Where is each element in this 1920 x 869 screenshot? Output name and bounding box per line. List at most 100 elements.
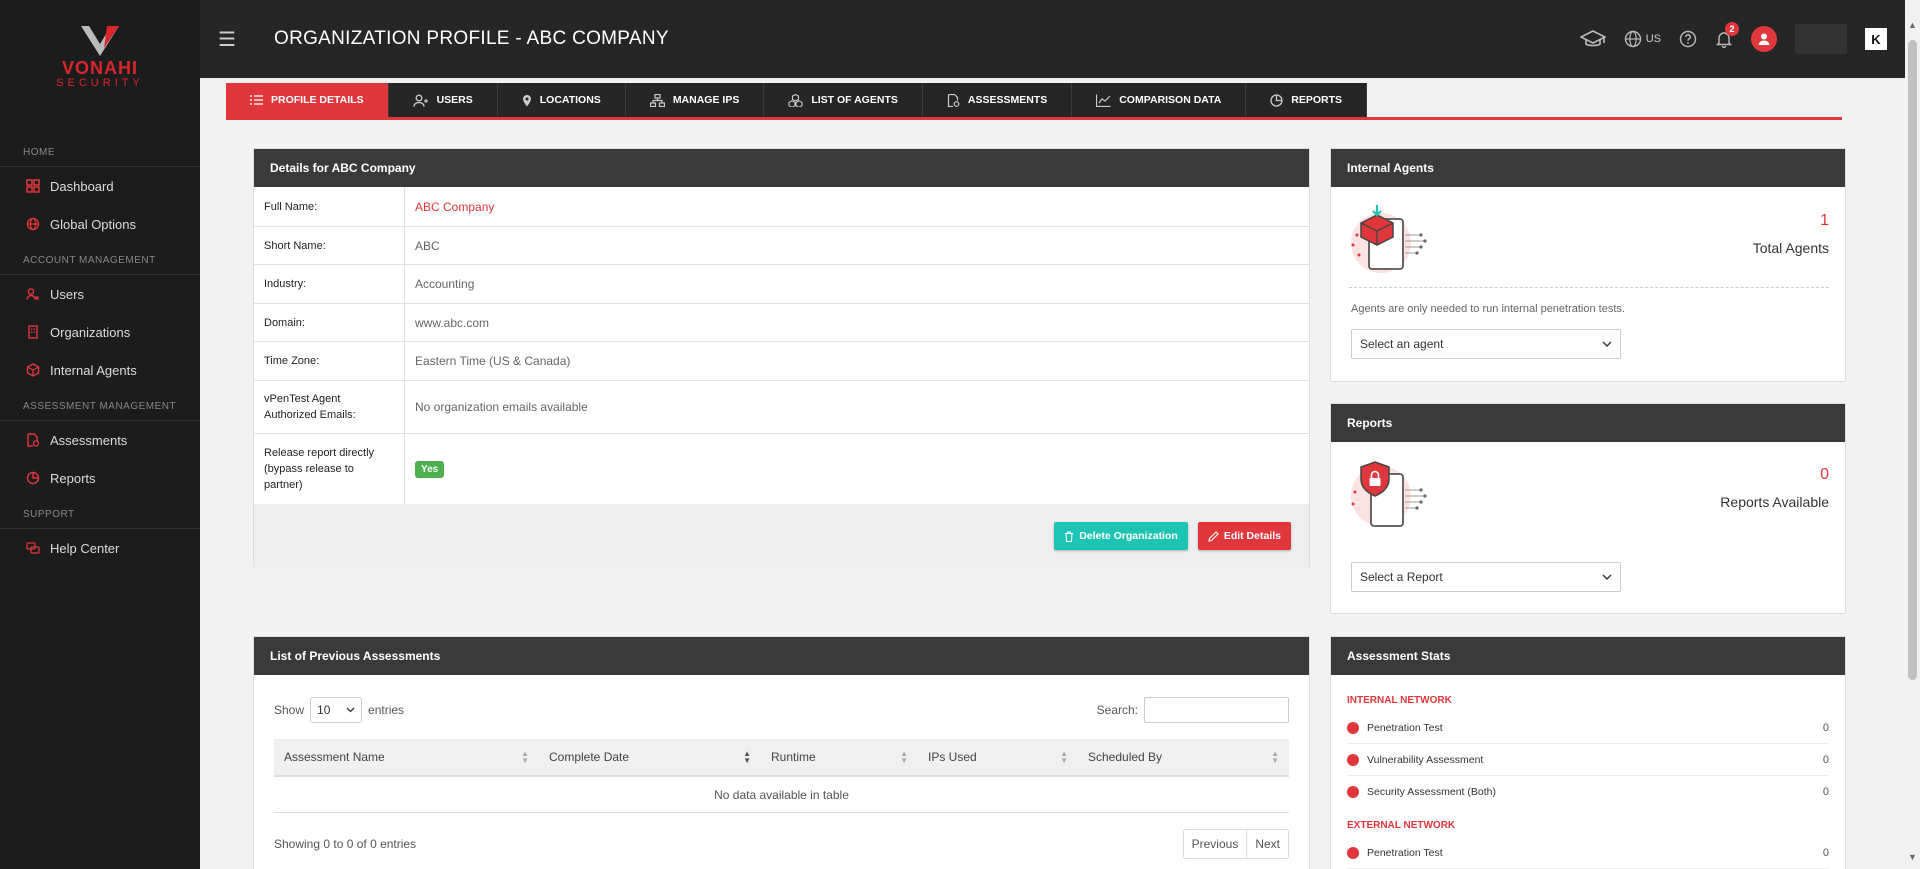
help-circle-icon[interactable] <box>1679 30 1697 48</box>
sidebar-item-dashboard[interactable]: Dashboard <box>0 167 200 205</box>
graduation-cap-icon[interactable] <box>1579 29 1606 49</box>
sidebar-item-assessments[interactable]: Assessments <box>0 421 200 459</box>
tab-label: ASSESSMENTS <box>967 94 1048 106</box>
table-footer: Showing 0 to 0 of 0 entries Previous Nex… <box>254 813 1309 859</box>
stat-row: Penetration Test 0 <box>1347 712 1829 744</box>
tab-assessments[interactable]: ASSESSMENTS <box>922 83 1073 117</box>
detail-row-authorized-emails: vPenTest Agent Authorized Emails: No org… <box>254 381 1309 434</box>
agent-select[interactable]: Select an agent <box>1351 329 1621 359</box>
user-name-block[interactable] <box>1795 24 1847 54</box>
nav-heading: ACCOUNT MANAGEMENT <box>0 255 200 275</box>
previous-page-button[interactable]: Previous <box>1184 830 1247 858</box>
globe-icon <box>1624 30 1641 48</box>
status-dot-icon <box>1347 721 1359 734</box>
notification-count-badge: 2 <box>1725 22 1739 36</box>
reports-available-count: 0 <box>1820 466 1829 483</box>
detail-label: Release report directly (bypass release … <box>254 434 405 504</box>
tab-locations[interactable]: LOCATIONS <box>497 83 626 117</box>
sidebar-item-label: Dashboard <box>50 178 114 194</box>
next-page-button[interactable]: Next <box>1246 830 1288 858</box>
sidebar-item-organizations[interactable]: Organizations <box>0 313 200 351</box>
tab-label: COMPARISON DATA <box>1119 94 1222 106</box>
nav-section-account: ACCOUNT MANAGEMENT Users Organizations I… <box>0 243 200 389</box>
tab-label: LIST OF AGENTS <box>811 94 898 106</box>
dashboard-icon <box>26 179 40 193</box>
scroll-thumb[interactable] <box>1908 40 1917 680</box>
sidebar-item-label: Users <box>50 286 84 302</box>
sidebar-item-users[interactable]: Users <box>0 275 200 313</box>
avatar[interactable] <box>1751 26 1777 52</box>
stats-section-heading: EXTERNAL NETWORK <box>1347 820 1456 831</box>
stat-row: Security Assessment (Both) 0 <box>1347 776 1829 808</box>
scroll-up-arrow-icon[interactable]: ▲ <box>1908 20 1917 30</box>
sidebar-item-global-options[interactable]: Global Options <box>0 205 200 243</box>
stat-value: 0 <box>1822 846 1829 859</box>
vonahi-logo-icon <box>81 26 119 56</box>
page-length-select[interactable]: 10 <box>310 697 363 723</box>
sidebar-item-help-center[interactable]: Help Center <box>0 529 200 567</box>
sort-icon: ▲ ▼ <box>521 749 529 765</box>
sidebar-item-reports[interactable]: Reports <box>0 459 200 497</box>
tab-profile-details[interactable]: PROFILE DETAILS <box>226 83 389 117</box>
detail-value: Accounting <box>415 277 475 291</box>
organization-details-panel: Details for ABC Company Full Name: ABC C… <box>253 148 1310 568</box>
network-icon <box>649 93 665 107</box>
stats-section-heading: INTERNAL NETWORK <box>1347 695 1452 706</box>
column-header-ips-used[interactable]: IPs Used ▲ ▼ <box>918 739 1078 775</box>
sidebar-item-internal-agents[interactable]: Internal Agents <box>0 351 200 389</box>
panel-heading: Details for ABC Company <box>254 149 1309 187</box>
sidebar-item-label: Organizations <box>50 324 131 340</box>
panel-heading: List of Previous Assessments <box>254 637 1309 675</box>
agent-device-illustration-icon <box>1351 205 1427 273</box>
language-selector[interactable]: US <box>1624 30 1661 48</box>
user-avatar-icon <box>1758 33 1770 45</box>
tab-users[interactable]: USERS <box>388 83 498 117</box>
topbar-actions: US 2 K <box>1579 22 1887 54</box>
column-header-assessment-name[interactable]: Assessment Name ▲ ▼ <box>274 739 539 775</box>
nav-heading: HOME <box>0 147 200 167</box>
detail-row-industry: Industry: Accounting <box>254 265 1309 304</box>
report-select[interactable]: Select a Report <box>1351 562 1621 592</box>
stat-value: 0 <box>1822 786 1829 798</box>
nav-section-home: HOME Dashboard Global Options <box>0 135 200 243</box>
entries-label: entries <box>368 703 405 717</box>
select-value: Select a Report <box>1360 570 1443 584</box>
nav-section-assessment: ASSESSMENT MANAGEMENT Assessments Report… <box>0 389 200 497</box>
panel-heading: Assessment Stats <box>1331 637 1845 675</box>
help-chat-icon <box>26 541 40 555</box>
scroll-down-arrow-icon[interactable]: ▼ <box>1908 852 1917 862</box>
page-scrollbar[interactable]: ▲ ▼ <box>1905 0 1920 869</box>
hamburger-menu-icon[interactable]: ☰ <box>218 27 248 52</box>
button-label: Delete Organization <box>1079 530 1178 542</box>
chevron-down-icon <box>1602 341 1612 347</box>
column-header-complete-date[interactable]: Complete Date ▲ ▼ <box>539 739 761 775</box>
table-empty-row: No data available in table <box>274 777 1289 813</box>
column-header-scheduled-by[interactable]: Scheduled By ▲ ▼ <box>1078 739 1289 775</box>
table-info: Showing 0 to 0 of 0 entries <box>274 837 417 851</box>
table-header: Assessment Name ▲ ▼ Complete Date ▲ ▼ Runtim… <box>274 739 1289 777</box>
detail-row-time-zone: Time Zone: Eastern Time (US & Canada) <box>254 342 1309 381</box>
delete-organization-button[interactable]: Delete Organization <box>1054 522 1188 550</box>
stat-label: Security Assessment (Both) <box>1367 786 1496 798</box>
globe-icon <box>26 217 40 231</box>
cubes-icon <box>788 93 803 107</box>
stat-label: Vulnerability Assessment <box>1367 753 1484 766</box>
edit-details-button[interactable]: Edit Details <box>1197 522 1291 550</box>
search-input[interactable] <box>1144 697 1289 723</box>
brand-logo[interactable]: VONAHI SECURITY <box>0 0 200 135</box>
status-dot-icon <box>1347 846 1359 859</box>
detail-label: Time Zone: <box>254 342 405 380</box>
tab-label: PROFILE DETAILS <box>271 94 364 106</box>
column-header-runtime[interactable]: Runtime ▲ ▼ <box>761 739 918 775</box>
assessment-stats-panel: Assessment Stats INTERNAL NETWORK Penetr… <box>1330 636 1846 869</box>
total-agents-label: Total Agents <box>1752 240 1829 256</box>
tab-manage-ips[interactable]: MANAGE IPS <box>625 83 765 117</box>
corner-logo[interactable]: K <box>1865 28 1887 50</box>
tab-comparison-data[interactable]: COMPARISON DATA <box>1072 83 1247 117</box>
tab-list-of-agents[interactable]: LIST OF AGENTS <box>764 83 923 117</box>
tab-underline <box>226 117 1842 120</box>
report-chart-icon <box>26 471 40 485</box>
tab-label: MANAGE IPS <box>672 94 740 106</box>
tab-reports[interactable]: REPORTS <box>1246 83 1368 117</box>
notifications-button[interactable]: 2 <box>1715 22 1739 48</box>
